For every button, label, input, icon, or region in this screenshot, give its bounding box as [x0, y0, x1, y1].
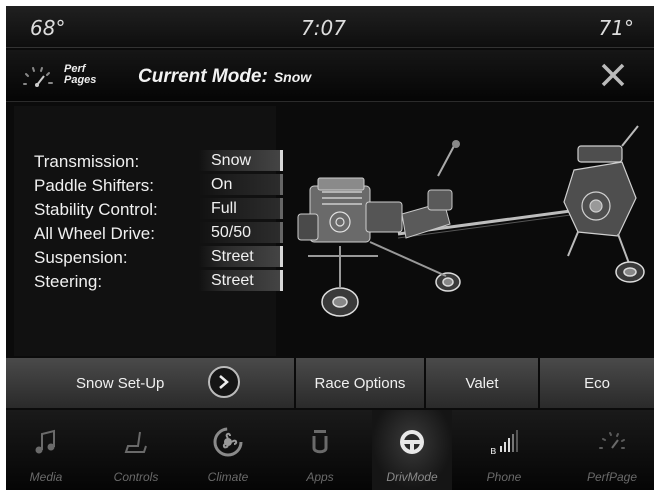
perf-pages-header: Perf Pages Current Mode: Snow	[6, 50, 654, 102]
perf-pages-line2: Pages	[64, 74, 97, 86]
setting-stability-control: Stability Control: Full	[34, 198, 283, 222]
gauge-icon	[599, 432, 625, 449]
nav-label-climate: Climate	[207, 470, 249, 484]
nav-item-controls[interactable]: Controls	[96, 410, 176, 490]
eco-button[interactable]: Eco	[540, 358, 654, 408]
setting-label: Paddle Shifters:	[34, 176, 155, 195]
chevron-right-icon[interactable]	[208, 366, 240, 398]
music-note-icon	[35, 429, 55, 454]
svg-text:ʙ: ʙ	[490, 444, 496, 457]
outside-temp-right: 71°	[598, 16, 634, 40]
setting-value: On	[199, 174, 283, 195]
setting-label: All Wheel Drive:	[34, 224, 155, 243]
chevron-right-glyph	[219, 375, 229, 389]
setting-value: Street	[199, 270, 283, 291]
nav-label-apps: Apps	[306, 470, 334, 484]
setting-paddle-shifters: Paddle Shifters: On	[34, 174, 283, 198]
current-mode-label: Current Mode:	[138, 66, 268, 87]
setting-transmission: Transmission: Snow	[34, 150, 283, 174]
status-bar: 68° 7:07 71°	[6, 6, 654, 48]
mode-settings-panel: Transmission: Snow Paddle Shifters: On S…	[14, 106, 283, 356]
nav-item-apps[interactable]: Apps	[280, 410, 360, 490]
seat-icon	[124, 431, 147, 453]
setting-label: Transmission:	[34, 152, 140, 171]
bottom-nav: Media Controls Climate Apps DrivMode ʙ P…	[6, 410, 654, 490]
nav-item-phone[interactable]: ʙ Phone	[464, 410, 544, 490]
nav-item-drivmode[interactable]: DrivMode	[372, 410, 452, 490]
nav-item-media[interactable]: Media	[6, 410, 86, 490]
gauge-icon	[23, 67, 53, 87]
mode-button-row: Snow Set-Up Race Options Valet Eco	[6, 358, 654, 408]
nav-label-phone: Phone	[486, 470, 522, 484]
steering-wheel-icon	[400, 430, 424, 454]
apps-icon	[312, 430, 328, 454]
valet-button[interactable]: Valet	[426, 358, 540, 408]
phone-signal-icon: ʙ	[490, 430, 518, 457]
current-mode-value: Snow	[273, 69, 312, 85]
setting-value: Street	[199, 246, 283, 267]
setting-value: Snow	[199, 150, 283, 171]
setting-suspension: Suspension: Street	[34, 246, 283, 270]
perf-pages-logo: Perf Pages	[64, 64, 114, 86]
nav-label-media: Media	[29, 470, 63, 484]
setting-value: 50/50	[199, 222, 283, 243]
race-options-button[interactable]: Race Options	[296, 358, 426, 408]
valet-label: Valet	[465, 374, 499, 392]
setting-all-wheel-drive: All Wheel Drive: 50/50	[34, 222, 283, 246]
uconnect-screen: 68° 7:07 71° Perf Pages Current Mode: Sno…	[6, 6, 654, 490]
close-icon[interactable]	[598, 60, 628, 90]
eco-label: Eco	[584, 374, 610, 392]
page-title: Current Mode: Snow	[138, 66, 311, 88]
nav-label-perfpage: PerfPage	[586, 470, 638, 484]
setting-label: Suspension:	[34, 248, 128, 267]
nav-item-climate[interactable]: Climate	[188, 410, 268, 490]
setting-value: Full	[199, 198, 283, 219]
snow-setup-button[interactable]: Snow Set-Up	[6, 358, 296, 408]
setting-label: Stability Control:	[34, 200, 158, 219]
outside-temp-left: 68°	[30, 16, 66, 40]
settings-list: Transmission: Snow Paddle Shifters: On S…	[34, 150, 283, 294]
nav-item-perfpage[interactable]: PerfPage	[572, 410, 652, 490]
setting-steering: Steering: Street	[34, 270, 283, 294]
drivetrain-chassis-image	[297, 125, 645, 317]
fan-icon	[213, 427, 243, 457]
nav-label-controls: Controls	[113, 470, 159, 484]
snow-setup-label: Snow Set-Up	[76, 374, 165, 392]
race-options-label: Race Options	[314, 374, 406, 392]
setting-label: Steering:	[34, 272, 103, 291]
nav-label-drivmode: DrivMode	[386, 470, 438, 484]
clock: 7:07	[301, 16, 346, 40]
